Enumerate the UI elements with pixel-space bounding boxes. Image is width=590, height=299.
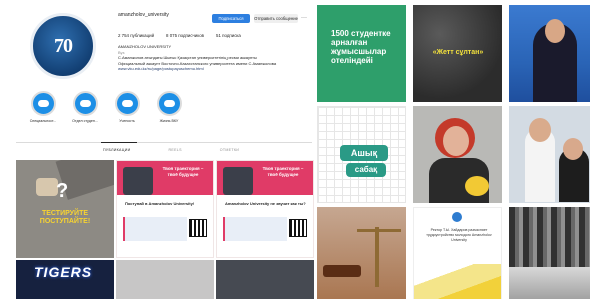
profile-avatar[interactable]: 70 <box>30 13 96 79</box>
highlight-cover <box>72 91 98 116</box>
followers-count[interactable]: 8 075 подписчиков <box>166 33 204 38</box>
post-tile[interactable] <box>116 260 214 299</box>
face-photo <box>545 19 565 43</box>
highlight-4[interactable]: Жизнь ВКУ <box>154 91 184 123</box>
post-photo <box>223 167 253 195</box>
cup-graphic <box>36 178 58 196</box>
scale-beam-graphic <box>357 229 401 232</box>
highlight-label: Жизнь ВКУ <box>159 119 179 123</box>
profile-stats: 2 754 публикаций 8 075 подписчиков 51 по… <box>118 33 241 38</box>
post-tile[interactable] <box>509 106 590 203</box>
post-tile[interactable] <box>413 106 502 203</box>
face-photo <box>563 138 583 160</box>
ring-graphic <box>509 267 590 299</box>
post-tile[interactable]: ? ТЕСТИРУЙТЕ ПОСТУПАЙТЕ! <box>16 160 114 258</box>
send-message-button[interactable]: Отправить сообщение <box>254 14 298 23</box>
avatar-logo-text: 70 <box>54 34 73 57</box>
post-tile[interactable] <box>216 260 314 299</box>
post-title: Твоя траектория – твоё будущее <box>162 166 204 177</box>
highlight-label: Ученость <box>119 119 135 123</box>
post-tile[interactable]: Твоя траектория – твоё будущее Поступай … <box>116 160 214 258</box>
highlight-cover <box>30 91 56 116</box>
post-banner: Твоя траектория – твоё будущее <box>117 161 213 195</box>
post-caption: 1500 студентке арналған жұмысшылар отелі… <box>331 29 391 65</box>
bio-link[interactable]: www.vku.edu.kz/ru/page/postupayuschemu.h… <box>118 66 308 72</box>
post-subtitle: Поступай в Amanzholov University! <box>125 201 195 206</box>
post-caption: ТЕСТИРУЙТЕ ПОСТУПАЙТЕ! <box>39 210 91 225</box>
face-photo <box>529 118 551 142</box>
highlight-label: Специальност... <box>29 119 57 123</box>
post-caption: «Жетт сұлтан» <box>432 49 484 56</box>
post-graphic <box>414 264 501 299</box>
highlight-1[interactable]: Специальност... <box>28 91 58 123</box>
post-tile[interactable]: TIGERS <box>16 260 114 299</box>
qr-code-icon <box>289 219 307 237</box>
tabs-divider <box>16 142 312 143</box>
tab-reels[interactable]: REELS <box>168 148 181 152</box>
profile-bio: AMANZHOLOV UNIVERSITY Вуз С.Аманжолов ат… <box>118 44 308 72</box>
scale-graphic <box>375 227 379 287</box>
gavel-graphic <box>323 265 361 277</box>
university-logo-icon <box>452 212 462 222</box>
question-mark-icon: ? <box>56 180 69 202</box>
post-caption: TIGERS <box>34 264 93 280</box>
post-banner: Твоя траектория – твоё будущее <box>217 161 313 195</box>
post-info-box <box>123 217 187 241</box>
post-tile[interactable]: Твоя траектория – твоё будущее Amanzholo… <box>216 160 314 258</box>
active-tab-indicator <box>101 142 137 143</box>
posts-grid-right: 1500 студентке арналған жұмысшылар отелі… <box>317 5 590 299</box>
tab-posts[interactable]: ПУБЛИКАЦИИ <box>103 148 130 152</box>
qr-code-icon <box>189 219 207 237</box>
post-tile[interactable]: Ашық сабақ <box>317 106 406 203</box>
highlight-3[interactable]: Ученость <box>112 91 142 123</box>
subscribe-button[interactable]: Подписаться <box>212 14 250 23</box>
tab-tagged[interactable]: ОТМЕТКИ <box>220 148 239 152</box>
highlight-label: Отдел студен... <box>72 119 98 123</box>
profile-tabs: ПУБЛИКАЦИИ REELS ОТМЕТКИ <box>103 148 239 152</box>
posts-count: 2 754 публикаций <box>118 33 155 38</box>
face-photo <box>443 126 469 156</box>
profile-username: amanzholov_university <box>118 12 169 18</box>
post-tile[interactable] <box>509 207 590 299</box>
more-options-icon[interactable]: ··· <box>301 14 307 23</box>
post-title: Твоя траектория – твоё будущее <box>262 166 304 177</box>
post-tile[interactable]: Ректор Т.Ы. Хайдаров разъясняет трудоуст… <box>413 207 502 299</box>
post-info-box <box>223 217 287 241</box>
post-subtitle: Amanzholov University не звучит как ты? <box>225 201 306 206</box>
post-tile[interactable] <box>317 207 406 299</box>
post-caption: Ашық <box>340 145 388 161</box>
profile-pane: 70 amanzholov_university Подписаться Отп… <box>0 0 317 299</box>
post-tile[interactable]: «Жетт сұлтан» <box>413 5 502 102</box>
post-caption: Ректор Т.Ы. Хайдаров разъясняет трудоуст… <box>426 228 492 242</box>
post-tile[interactable] <box>509 5 590 102</box>
flowers-graphic <box>465 176 489 196</box>
highlight-2[interactable]: Отдел студен... <box>70 91 100 123</box>
post-photo <box>123 167 153 195</box>
post-caption: сабақ <box>346 163 386 177</box>
following-count[interactable]: 51 подписка <box>216 33 241 38</box>
post-background <box>317 207 406 299</box>
highlight-cover <box>114 91 140 116</box>
highlight-cover <box>156 91 182 116</box>
post-tile[interactable]: 1500 студентке арналған жұмысшылар отелі… <box>317 5 406 102</box>
